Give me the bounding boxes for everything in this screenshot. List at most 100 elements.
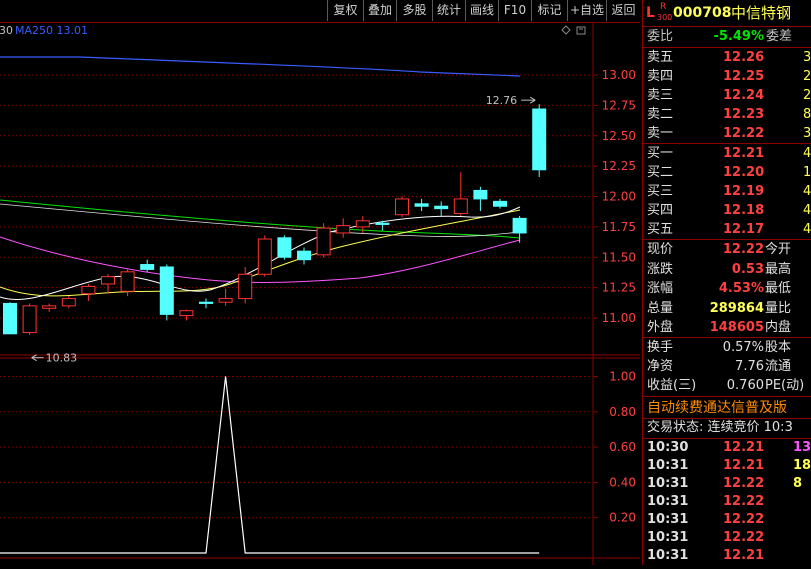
toolbar-button-0[interactable]: 复权	[327, 0, 363, 21]
candle-body	[355, 220, 370, 228]
diamond-icon	[561, 25, 571, 35]
candle-body	[159, 266, 174, 315]
ask-price: 12.23	[723, 107, 765, 122]
stat-row[interactable]: 现价 12.22 今开	[643, 241, 811, 259]
candle-body	[453, 198, 468, 215]
indicator-tick-label: 1.00	[609, 370, 636, 384]
bid-row[interactable]: 买四 12.18 4	[643, 202, 811, 220]
candle-body	[297, 250, 311, 261]
candle-body	[199, 301, 213, 304]
price-tick-label: 12.75	[602, 98, 636, 112]
stat-row[interactable]: 涨跌 0.53 最高	[643, 261, 811, 279]
candle-body	[375, 222, 390, 225]
window-icon	[576, 26, 586, 35]
stat2-label2: 流通	[765, 359, 792, 374]
stat-row[interactable]: 总量 289864 量比	[643, 300, 811, 318]
flag-l: L	[646, 5, 655, 21]
stat2-row[interactable]: 收益(三) 0.760 PE(动)	[643, 377, 811, 395]
stock-header: L R 300 000708 中信特钢	[643, 2, 811, 24]
weibi-value: -5.49%	[713, 29, 765, 44]
candle-body	[140, 264, 155, 270]
stock-code[interactable]: 000708	[673, 2, 731, 24]
stat-row[interactable]: 外盘 148605 内盘	[643, 319, 811, 337]
ask-row[interactable]: 卖一 12.22 3	[643, 125, 811, 143]
bid-volume: 4	[803, 146, 811, 161]
toolbar-button-4[interactable]: 画线	[465, 0, 498, 21]
indicator-tick-label: 0.60	[609, 440, 636, 454]
tick-row[interactable]: 10:31 12.21 18	[643, 457, 811, 475]
price-tick-label: 12.25	[602, 159, 636, 173]
candle-body	[179, 310, 194, 317]
toolbar-button-3[interactable]: 统计	[432, 0, 465, 21]
candle-body	[395, 198, 409, 216]
low-price-label: 10.83	[46, 352, 78, 365]
tick-volume: 139	[793, 440, 811, 455]
weicha-label: 委差	[766, 29, 793, 44]
ask-row[interactable]: 卖二 12.23 8	[643, 106, 811, 124]
chart-toolbar: 复权 叠加 多股 统计 画线 F10 标记 +自选 返回	[0, 0, 640, 22]
weibi-row: 委比 -5.49% 委差	[643, 28, 811, 46]
tick-price: 12.21	[723, 548, 765, 563]
tick-row[interactable]: 10:30 12.21 139	[643, 439, 811, 457]
stock-name[interactable]: 中信特钢	[731, 2, 791, 24]
indicator-line	[0, 376, 540, 554]
ask-row[interactable]: 卖四 12.25 2	[643, 68, 811, 86]
ask-row[interactable]: 卖五 12.26 3	[643, 49, 811, 67]
ask-price: 12.22	[723, 126, 765, 141]
stat-value: 12.22	[722, 242, 764, 257]
toolbar-button-2[interactable]: 多股	[396, 0, 432, 21]
kline-chart-svg[interactable]: 13.00 12.75 12.50 12.25 12.00 11.75 11.50 11.25…	[0, 22, 640, 565]
bid-price: 12.19	[723, 184, 765, 199]
stat-value: 0.53	[731, 261, 764, 277]
stat-label2: 量比	[765, 300, 792, 316]
stat-label: 涨幅	[647, 281, 674, 296]
tick-price: 12.22	[723, 494, 765, 509]
candle-body	[277, 237, 292, 258]
bid-label: 买五	[647, 222, 674, 237]
tick-time: 10:31	[647, 476, 689, 491]
ask-volume: 3	[803, 126, 811, 141]
ask-row[interactable]: 卖三 12.24 2	[643, 87, 811, 105]
stat2-row[interactable]: 净资 7.76 流通	[643, 358, 811, 376]
candle-body	[493, 200, 507, 207]
bid-row[interactable]: 买二 12.20 1	[643, 164, 811, 182]
ask-volume: 8	[803, 107, 811, 122]
ma-legend-prefix: 30	[0, 24, 13, 37]
candle-body	[101, 276, 115, 285]
tick-time: 10:31	[647, 512, 689, 527]
tick-row[interactable]: 10:31 12.22	[643, 493, 811, 511]
weibi-label: 委比	[647, 29, 674, 44]
ask-volume: 2	[803, 69, 811, 84]
tick-row[interactable]: 10:31 12.22	[643, 511, 811, 529]
tick-price: 12.21	[723, 440, 765, 455]
price-tick-label: 11.00	[602, 311, 636, 325]
toolbar-button-5[interactable]: F10	[498, 0, 531, 21]
stat-label2: 最高	[765, 261, 792, 277]
bid-label: 买二	[647, 165, 674, 180]
toolbar-button-8[interactable]: 返回	[606, 0, 640, 21]
bid-row[interactable]: 买三 12.19 4	[643, 183, 811, 201]
toolbar-button-1[interactable]: 叠加	[363, 0, 396, 21]
stat-row[interactable]: 涨幅 4.53% 最低	[643, 280, 811, 298]
candle-body	[22, 305, 37, 334]
tick-time: 10:31	[647, 494, 689, 509]
candle-body	[336, 225, 351, 234]
toolbar-button-7[interactable]: +自选	[567, 0, 606, 21]
ask-label: 卖三	[647, 88, 674, 103]
stat2-row[interactable]: 换手 0.57% 股本	[643, 339, 811, 357]
candle-body	[120, 271, 135, 292]
candle-body	[3, 302, 17, 335]
trade-status: 交易状态: 连续竞价 10:3	[643, 419, 811, 437]
bid-row[interactable]: 买五 12.17 4	[643, 221, 811, 239]
stat2-value: 0.57%	[722, 340, 764, 355]
tick-row[interactable]: 10:31 12.21	[643, 547, 811, 565]
candle-body	[257, 238, 272, 275]
bid-row[interactable]: 买一 12.21 4	[643, 145, 811, 163]
tick-row[interactable]: 10:31 12.22 8	[643, 475, 811, 493]
stat2-value: 7.76	[735, 359, 764, 374]
tick-row[interactable]: 10:31 12.22	[643, 529, 811, 547]
stat-value: 148605	[709, 320, 764, 335]
notice-link[interactable]: 自动续费通达信普及版	[643, 399, 811, 417]
price-tick-label: 11.25	[602, 281, 636, 295]
toolbar-button-6[interactable]: 标记	[531, 0, 567, 21]
